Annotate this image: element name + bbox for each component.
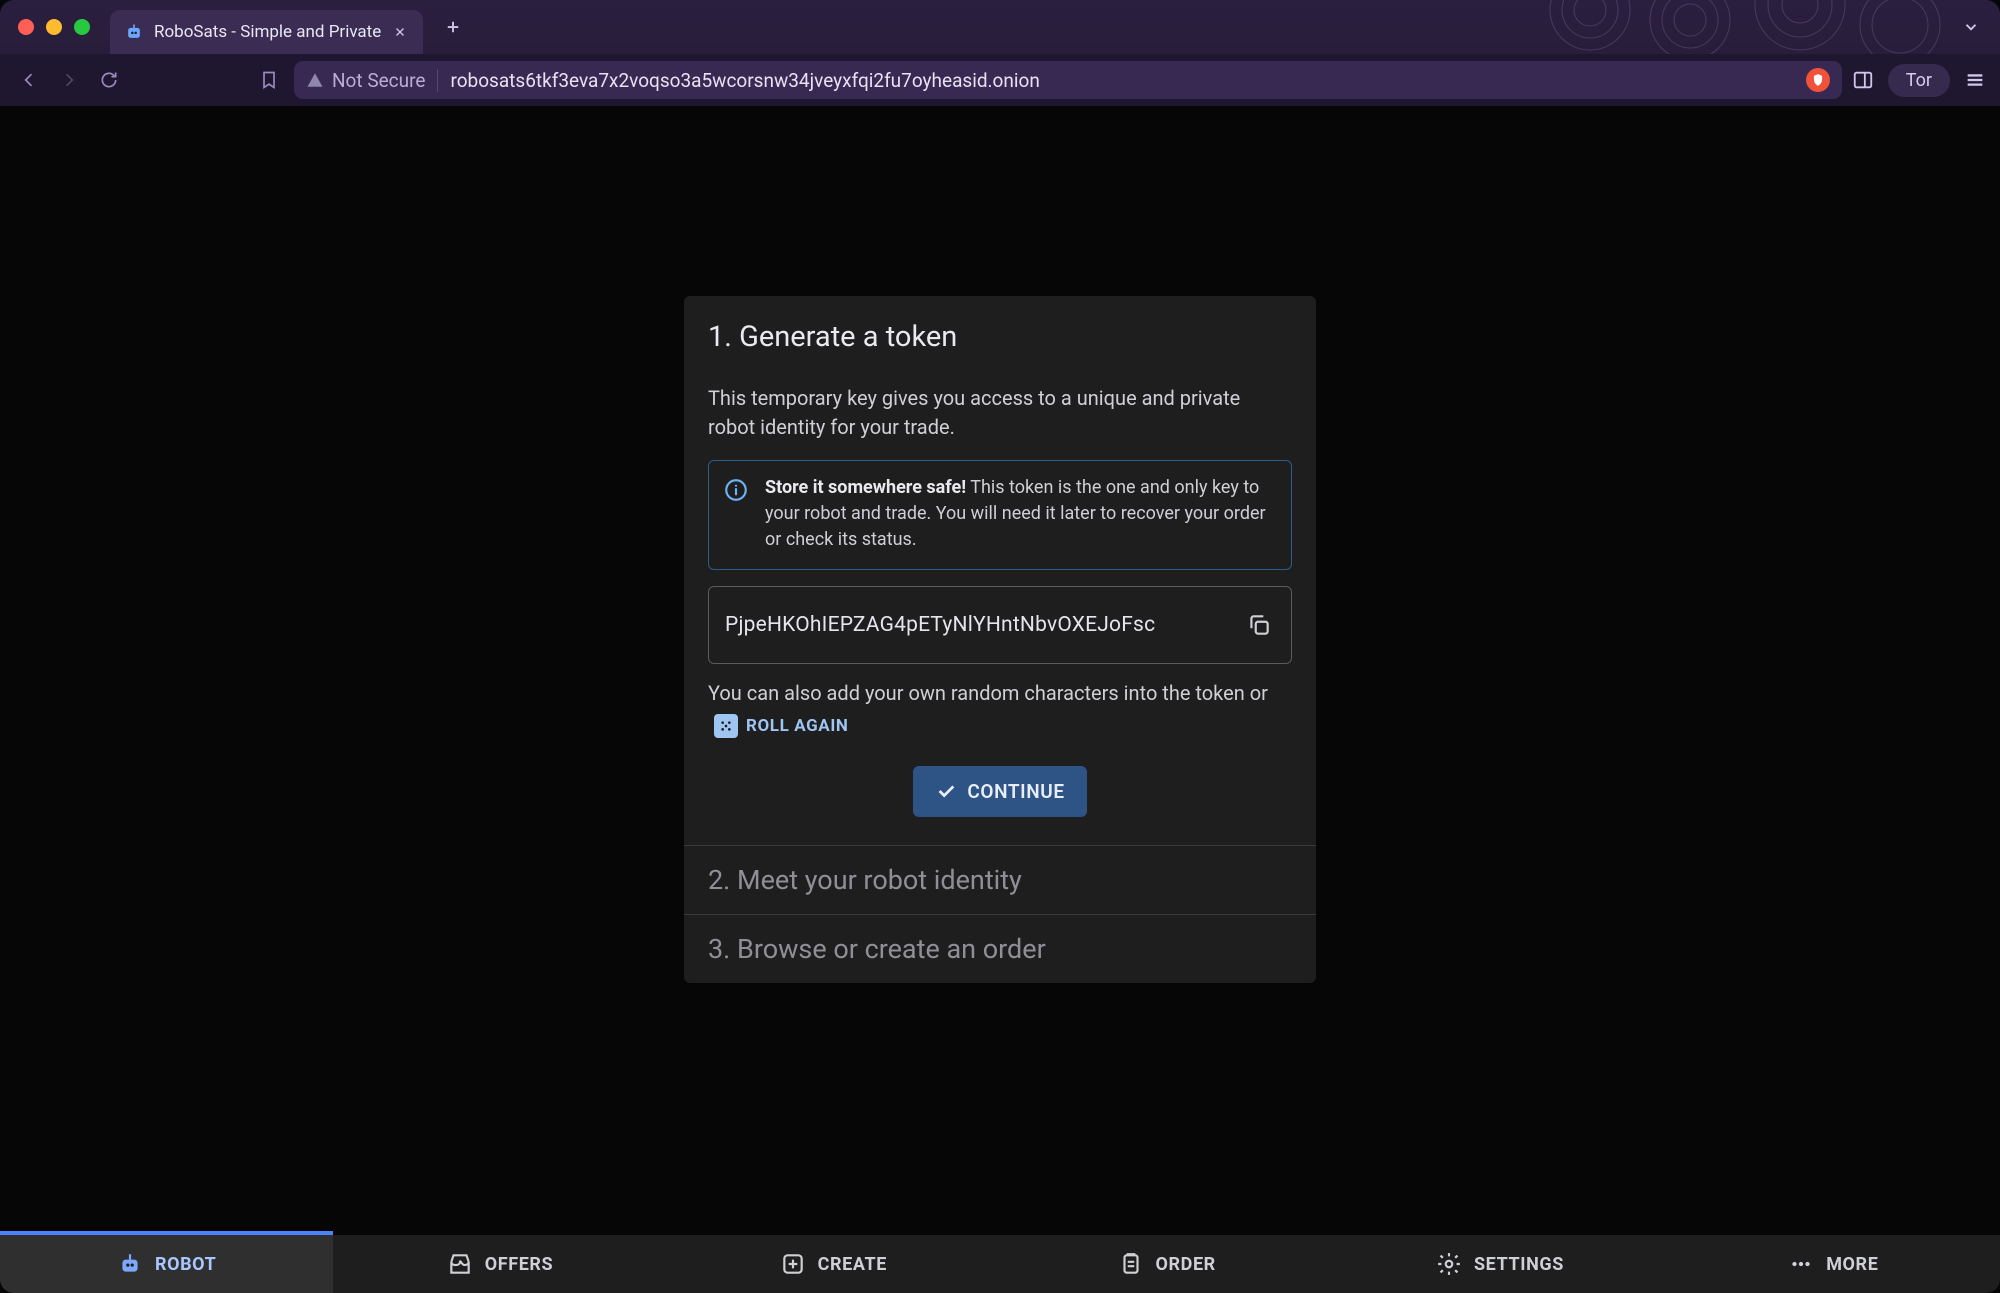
menu-icon[interactable]: [1964, 69, 1986, 91]
step-2[interactable]: 2. Meet your robot identity: [684, 845, 1316, 914]
not-secure-badge: Not Secure: [306, 69, 438, 92]
titlebar-right: [1962, 18, 1980, 36]
chevron-down-icon[interactable]: [1962, 18, 1980, 36]
step-3[interactable]: 3. Browse or create an order: [684, 914, 1316, 983]
step-1: 1. Generate a token This temporary key g…: [684, 296, 1316, 845]
tabstrip: RoboSats - Simple and Private: [110, 0, 467, 54]
address-bar: Not Secure robosats6tkf3eva7x2voqso3a5wc…: [0, 54, 2000, 106]
window-minimize[interactable]: [46, 19, 62, 35]
clipboard-icon: [1118, 1251, 1144, 1277]
nav-robot[interactable]: ROBOT: [0, 1235, 333, 1293]
roll-again-button[interactable]: ROLL AGAIN: [708, 709, 854, 743]
bottom-nav: ROBOT OFFERS CREATE ORDER SETTINGS: [0, 1235, 2000, 1293]
robot-icon: [117, 1251, 143, 1277]
nav-robot-label: ROBOT: [155, 1254, 216, 1275]
tab-close-icon[interactable]: [391, 23, 409, 41]
dots-icon: [1788, 1251, 1814, 1277]
not-secure-label: Not Secure: [332, 69, 425, 92]
window-zoom[interactable]: [74, 19, 90, 35]
tab-title: RoboSats - Simple and Private: [154, 22, 381, 42]
brave-shield-icon[interactable]: [1806, 68, 1830, 92]
nav-reload-icon[interactable]: [94, 65, 124, 95]
traffic-lights: [18, 19, 90, 35]
nav-offers[interactable]: OFFERS: [333, 1235, 666, 1293]
step-1-lead: This temporary key gives you access to a…: [708, 384, 1292, 442]
gear-icon: [1436, 1251, 1462, 1277]
step-1-title: 1. Generate a token: [708, 320, 1292, 354]
decorative-swirls: [1530, 0, 1950, 54]
safety-alert: Store it somewhere safe! This token is t…: [708, 460, 1292, 570]
check-icon: [935, 780, 957, 802]
browser-window: RoboSats - Simple and Private: [0, 0, 2000, 1293]
new-tab-button[interactable]: [439, 13, 467, 41]
nav-order[interactable]: ORDER: [1000, 1235, 1333, 1293]
after-text: You can also add your own random charact…: [708, 678, 1292, 743]
url-text: robosats6tkf3eva7x2voqso3a5wcorsnw34jvey…: [450, 69, 1039, 92]
favicon-icon: [124, 22, 144, 42]
window-close[interactable]: [18, 19, 34, 35]
sidebar-toggle-icon[interactable]: [1852, 69, 1874, 91]
token-field[interactable]: PjpeHKOhIEPZAG4pETyNlYHntNbvOXEJoFsc: [708, 586, 1292, 664]
continue-label: CONTINUE: [967, 780, 1064, 803]
nav-more-label: MORE: [1826, 1254, 1878, 1275]
url-box[interactable]: Not Secure robosats6tkf3eva7x2voqso3a5wc…: [294, 61, 1842, 99]
nav-offers-label: OFFERS: [485, 1254, 554, 1275]
nav-create[interactable]: CREATE: [667, 1235, 1000, 1293]
tor-indicator[interactable]: Tor: [1888, 64, 1950, 97]
nav-forward-icon[interactable]: [54, 65, 84, 95]
continue-wrap: CONTINUE: [708, 766, 1292, 817]
nav-settings-label: SETTINGS: [1474, 1254, 1564, 1275]
page: 1. Generate a token This temporary key g…: [0, 106, 2000, 1235]
copy-icon[interactable]: [1243, 609, 1275, 641]
onboarding-card: 1. Generate a token This temporary key g…: [684, 296, 1316, 983]
nav-settings[interactable]: SETTINGS: [1333, 1235, 1666, 1293]
browser-tab[interactable]: RoboSats - Simple and Private: [110, 10, 423, 54]
nav-more[interactable]: MORE: [1667, 1235, 2000, 1293]
roll-again-label: ROLL AGAIN: [746, 713, 848, 739]
bookmark-icon[interactable]: [254, 65, 284, 95]
after-text-a: You can also add your own random charact…: [708, 681, 1268, 705]
addrbar-right: Tor: [1852, 64, 1986, 97]
token-value: PjpeHKOhIEPZAG4pETyNlYHntNbvOXEJoFsc: [725, 613, 1229, 637]
continue-button[interactable]: CONTINUE: [913, 766, 1086, 817]
plus-box-icon: [780, 1251, 806, 1277]
info-icon: [723, 477, 749, 503]
alert-body: Store it somewhere safe! This token is t…: [765, 475, 1275, 553]
storefront-icon: [447, 1251, 473, 1277]
nav-back-icon[interactable]: [14, 65, 44, 95]
alert-strong: Store it somewhere safe!: [765, 477, 966, 498]
dice-icon: [714, 714, 738, 738]
nav-create-label: CREATE: [818, 1254, 887, 1275]
titlebar: RoboSats - Simple and Private: [0, 0, 2000, 54]
nav-order-label: ORDER: [1156, 1254, 1216, 1275]
